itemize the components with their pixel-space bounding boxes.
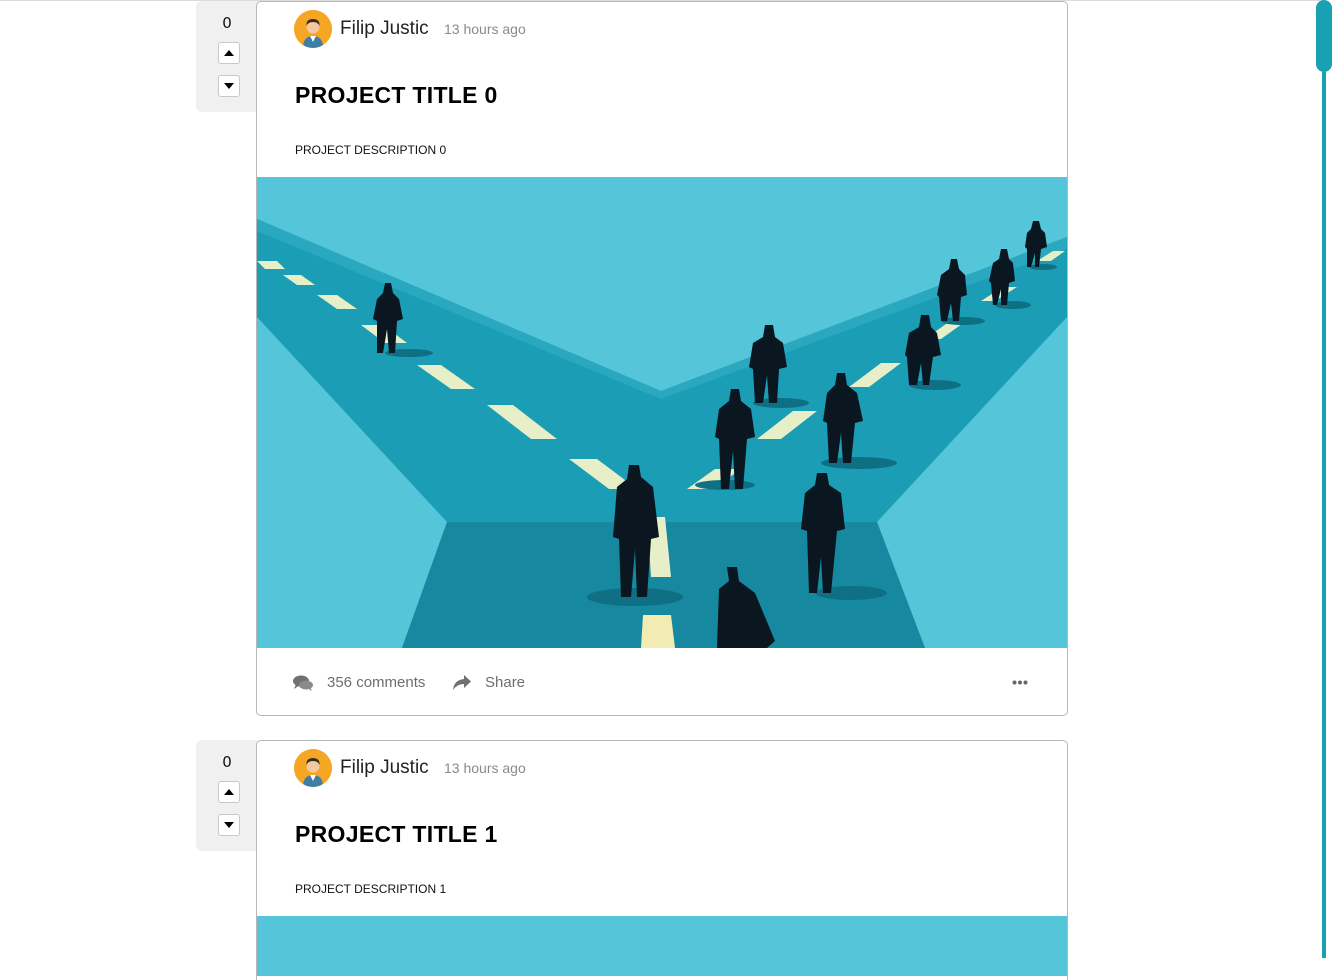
author-name[interactable]: Filip Justic [340,757,429,779]
caret-down-icon [224,83,234,89]
post-description: PROJECT DESCRIPTION 1 [295,882,447,896]
post-card-1: 0 Filip Justic 13 hours ago PROJECT TITL… [196,740,1068,980]
upvote-button[interactable] [218,781,240,803]
comments-icon [293,675,313,691]
post-body: Filip Justic 13 hours ago PROJECT TITLE … [256,1,1068,716]
post-card-0: 0 Filip Justic 13 hours ago PROJECT TITL… [196,1,1068,716]
vote-panel: 0 [196,1,258,112]
vote-count: 0 [222,14,232,32]
vote-panel: 0 [196,740,258,851]
post-image[interactable] [257,916,1067,976]
caret-up-icon [224,50,234,56]
share-button[interactable]: Share [453,674,525,691]
post-timestamp: 13 hours ago [444,760,526,776]
user-avatar[interactable] [294,10,332,48]
ellipsis-icon[interactable] [1012,680,1028,685]
share-icon [453,675,471,690]
comments-count: 356 comments [327,674,426,691]
scrollbar-rail [1322,72,1326,958]
post-header: Filip Justic 13 hours ago PROJECT TITLE … [257,2,1067,177]
post-description: PROJECT DESCRIPTION 0 [295,143,447,157]
downvote-button[interactable] [218,75,240,97]
author-name[interactable]: Filip Justic [340,18,429,40]
downvote-button[interactable] [218,814,240,836]
scrollbar-thumb[interactable] [1316,0,1332,72]
post-image[interactable] [257,177,1067,648]
post-timestamp: 13 hours ago [444,21,526,37]
post-body: Filip Justic 13 hours ago PROJECT TITLE … [256,740,1068,980]
post-header: Filip Justic 13 hours ago PROJECT TITLE … [257,741,1067,916]
caret-down-icon [224,822,234,828]
upvote-button[interactable] [218,42,240,64]
user-avatar[interactable] [294,749,332,787]
post-title[interactable]: PROJECT TITLE 0 [295,82,498,109]
caret-up-icon [224,789,234,795]
post-footer: 356 comments Share [257,648,1067,715]
post-title[interactable]: PROJECT TITLE 1 [295,821,498,848]
comments-button[interactable]: 356 comments [293,674,425,691]
share-label: Share [485,674,526,691]
vote-count: 0 [222,753,232,771]
